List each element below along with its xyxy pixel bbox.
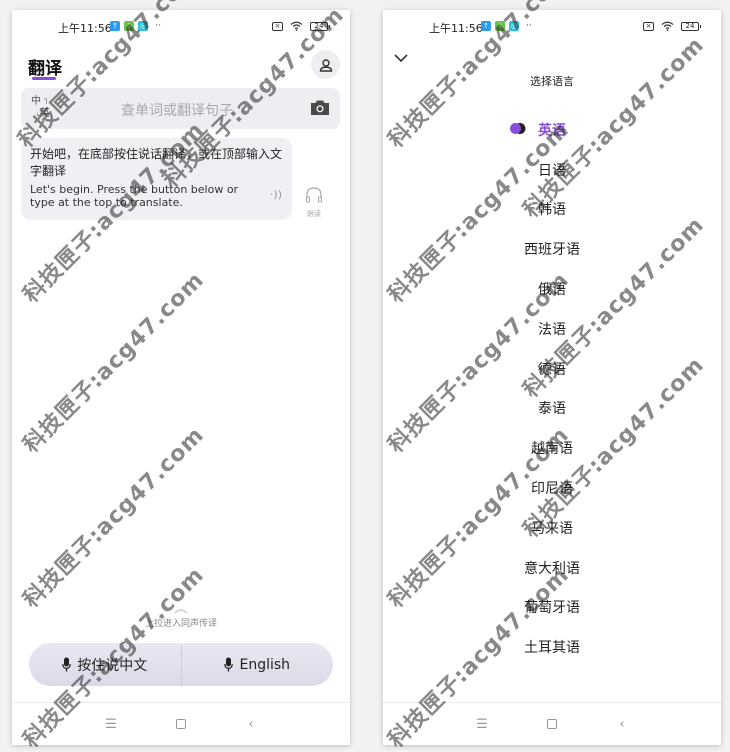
no-sim-icon: × <box>272 21 283 31</box>
hint-text-en: Let's begin. Press the button below or t… <box>30 183 239 209</box>
language-option[interactable]: 西班牙语 <box>383 229 721 269</box>
upload-app-icon: ↑ <box>110 21 120 31</box>
status-bar: 上午11:56 ↑ ↓ ◎ ·· × 24 <box>12 10 350 44</box>
language-label: 葡萄牙语 <box>524 600 580 617</box>
language-list: 英语日语韩语西班牙语俄语法语德语泰语越南语印尼语马来语意大利语葡萄牙语土耳其语 <box>383 110 721 667</box>
swap-icon: ˥ <box>41 97 48 106</box>
language-option[interactable]: 马来语 <box>383 508 721 548</box>
status-time: 上午11:56 <box>58 22 112 35</box>
hint-text-zh: 开始吧，在底部按住说话翻译，或在顶部输入文字翻译 <box>30 147 283 178</box>
tab-translate[interactable]: 翻译 <box>28 54 62 79</box>
language-option[interactable]: 葡萄牙语 <box>383 588 721 628</box>
no-sim-icon: × <box>643 21 654 31</box>
language-option[interactable]: 土耳其语 <box>383 627 721 667</box>
chinese-button-label: 按住说中文 <box>77 657 148 674</box>
tab-active-indicator <box>32 77 56 80</box>
language-option[interactable]: 法语 <box>383 309 721 349</box>
upload-app-icon: ↑ <box>481 21 491 31</box>
chevron-down-icon[interactable] <box>393 50 409 66</box>
language-label: 德语 <box>538 361 566 378</box>
system-nav-bar: ☰ ‹ <box>383 702 721 745</box>
translate-screen: 上午11:56 ↑ ↓ ◎ ·· × 24 翻译 中 ˥ ˪英 查单词或翻译句子… <box>12 10 350 745</box>
wifi-icon <box>661 21 674 31</box>
language-option[interactable]: 日语 <box>383 150 721 190</box>
language-option[interactable]: 俄语 <box>383 269 721 309</box>
home-icon[interactable] <box>547 719 557 729</box>
search-placeholder: 查单词或翻译句子 <box>121 103 233 119</box>
download-app-icon: ↓ <box>124 21 134 31</box>
battery-icon: 24 <box>310 21 330 31</box>
sync-app-icon: ◎ <box>138 21 148 31</box>
pull-hint-text: 上拉进入同声传译 <box>144 619 217 629</box>
lang-from: 中 <box>31 96 41 107</box>
status-app-icons: ↑ ↓ ◎ ·· <box>481 21 532 31</box>
profile-button[interactable] <box>311 50 340 79</box>
language-label: 韩语 <box>538 202 566 219</box>
picker-title: 选择语言 <box>530 75 574 88</box>
language-label: 印尼语 <box>531 481 573 498</box>
language-switch-button[interactable]: 中 ˥ ˪英 <box>31 96 50 120</box>
user-icon <box>319 58 332 72</box>
language-option[interactable]: 印尼语 <box>383 468 721 508</box>
language-option[interactable]: 韩语 <box>383 190 721 230</box>
english-button-label: English <box>239 656 291 673</box>
camera-icon[interactable] <box>310 99 330 116</box>
back-icon[interactable]: ‹ <box>244 717 258 732</box>
system-nav-bar: ☰ ‹ <box>12 702 350 745</box>
language-picker-screen: 上午11:56 ↑ ↓ ◎ ·· × 24 选择语言 英语日语韩语西班牙语俄语法… <box>383 10 721 745</box>
status-bar: 上午11:56 ↑ ↓ ◎ ·· × 24 <box>383 10 721 44</box>
language-label: 泰语 <box>538 401 566 418</box>
language-label: 意大利语 <box>524 560 580 577</box>
voice-input-bar: 按住说中文 English <box>29 643 333 686</box>
language-label: 越南语 <box>531 441 573 458</box>
language-label: 法语 <box>538 321 566 338</box>
simultaneous-interpret-hint[interactable]: 上拉进入同声传译 <box>12 608 350 629</box>
search-input[interactable]: 中 ˥ ˪英 查单词或翻译句子 <box>21 88 340 129</box>
wifi-icon <box>290 21 303 31</box>
microphone-icon <box>224 657 234 672</box>
language-label: 土耳其语 <box>524 640 580 657</box>
headphones-icon <box>305 187 323 203</box>
status-indicators: × 24 <box>272 21 330 31</box>
chevron-up-icon <box>174 609 188 614</box>
follow-read-button[interactable]: 跟读 <box>302 186 326 219</box>
download-app-icon: ↓ <box>495 21 505 31</box>
status-app-icons: ↑ ↓ ◎ ·· <box>110 21 161 31</box>
microphone-icon <box>62 657 72 672</box>
language-option[interactable]: 越南语 <box>383 428 721 468</box>
more-notifications-icon: ·· <box>155 21 161 31</box>
language-option[interactable]: 英语 <box>383 110 721 150</box>
hold-speak-english-button[interactable]: English <box>182 643 334 686</box>
menu-icon[interactable]: ☰ <box>104 717 118 732</box>
language-option[interactable]: 德语 <box>383 349 721 389</box>
language-label: 西班牙语 <box>524 242 580 259</box>
language-label: 英语 <box>538 122 566 139</box>
speaker-icon[interactable]: ·)) <box>270 188 282 201</box>
more-notifications-icon: ·· <box>526 21 532 31</box>
hint-bubble: 开始吧，在底部按住说话翻译，或在顶部输入文字翻译 Let's begin. Pr… <box>21 138 292 220</box>
menu-icon[interactable]: ☰ <box>475 717 489 732</box>
home-icon[interactable] <box>176 719 186 729</box>
language-label: 马来语 <box>531 520 573 537</box>
language-option[interactable]: 意大利语 <box>383 548 721 588</box>
battery-icon: 24 <box>681 21 701 31</box>
lang-to: 英 <box>39 108 50 119</box>
status-indicators: × 24 <box>643 21 701 31</box>
status-time: 上午11:56 <box>429 22 483 35</box>
selected-bubbles-icon <box>510 123 526 134</box>
back-icon[interactable]: ‹ <box>615 717 629 732</box>
language-option[interactable]: 泰语 <box>383 389 721 429</box>
language-label: 俄语 <box>538 282 566 299</box>
hold-speak-chinese-button[interactable]: 按住说中文 <box>29 643 181 686</box>
follow-read-label: 跟读 <box>307 210 321 218</box>
language-label: 日语 <box>538 162 566 179</box>
sync-app-icon: ◎ <box>509 21 519 31</box>
